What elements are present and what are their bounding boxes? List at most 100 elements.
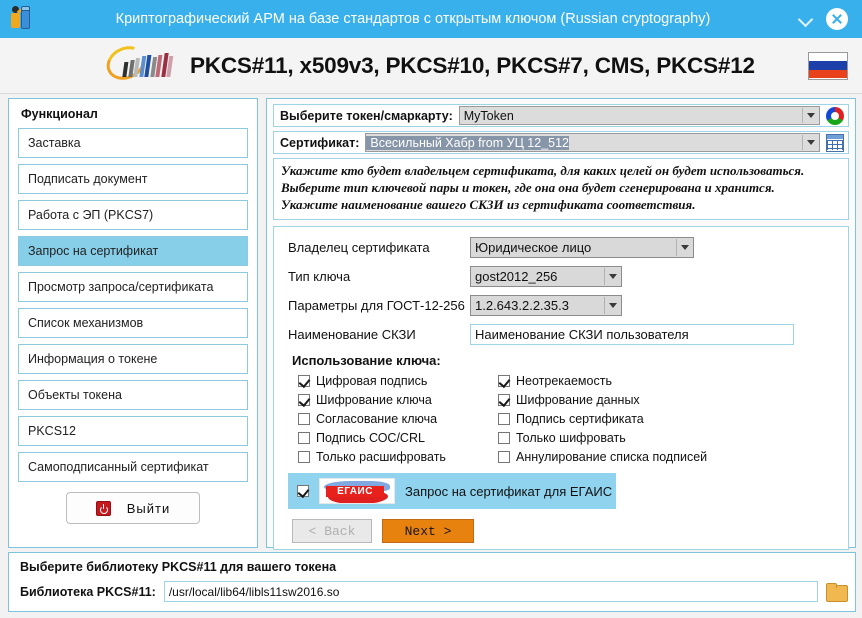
color-ring-icon[interactable] bbox=[824, 105, 846, 126]
checkbox-key-agreement[interactable]: Согласование ключа bbox=[298, 412, 498, 426]
skzi-name-input[interactable]: Наименование СКЗИ пользователя bbox=[470, 324, 794, 345]
chevron-down-icon bbox=[604, 297, 620, 314]
keytype-select[interactable]: gost2012_256 bbox=[470, 266, 622, 287]
checkbox-box bbox=[498, 432, 510, 444]
sidebar-item-pkcs7[interactable]: Работа с ЭП (PKCS7) bbox=[18, 200, 248, 230]
field-params-label: Параметры для ГОСТ-12-256 bbox=[288, 298, 465, 313]
sidebar-item-token-info[interactable]: Информация о токене bbox=[18, 344, 248, 374]
params-select[interactable]: 1.2.643.2.2.35.3 bbox=[470, 295, 622, 316]
checkbox-decipher-only[interactable]: Только расшифровать bbox=[298, 450, 498, 464]
app-header: PKCS#11, x509v3, PKCS#10, PKCS#7, CMS, P… bbox=[0, 38, 862, 94]
library-panel-title: Выберите библиотеку PKCS#11 для вашего т… bbox=[20, 560, 337, 574]
sidebar-item-mechanisms[interactable]: Список механизмов bbox=[18, 308, 248, 338]
exit-button-label: Выйти bbox=[126, 500, 171, 516]
egais-label: Запрос на сертификат для ЕГАИС bbox=[405, 483, 613, 499]
keytype-select-value: gost2012_256 bbox=[475, 269, 558, 284]
checkbox-revoke-list[interactable]: Аннулирование списка подписей bbox=[498, 450, 838, 464]
russian-flag-icon bbox=[808, 51, 848, 80]
exit-button[interactable]: Выйти bbox=[66, 492, 200, 524]
checkbox-label: Неотрекаемость bbox=[516, 374, 612, 388]
close-icon[interactable] bbox=[826, 8, 848, 30]
token-row: Выберите токен/смаркарту: MyToken bbox=[273, 104, 849, 127]
field-owner: Владелец сертификата Юридическое лицо bbox=[288, 237, 838, 258]
checkbox-label: Подпись СОС/CRL bbox=[316, 431, 425, 445]
checkbox-digital-signature[interactable]: Цифровая подпись bbox=[298, 374, 498, 388]
checkbox-crl-sign[interactable]: Подпись СОС/CRL bbox=[298, 431, 498, 445]
checkbox-box bbox=[298, 451, 310, 463]
sidebar-item-view-request[interactable]: Просмотр запроса/сертификата bbox=[18, 272, 248, 302]
checkbox-label: Только шифровать bbox=[516, 431, 626, 445]
sidebar-title: Функционал bbox=[21, 107, 98, 121]
checkbox-label: Согласование ключа bbox=[316, 412, 438, 426]
checkbox-encipher-only[interactable]: Только шифровать bbox=[498, 431, 838, 445]
key-usage-title: Использование ключа: bbox=[292, 353, 441, 368]
certificate-table-icon[interactable] bbox=[824, 132, 846, 153]
pkcs11-library-panel: Выберите библиотеку PKCS#11 для вашего т… bbox=[8, 552, 856, 612]
certificate-select[interactable]: Всесильный Хабр from УЦ 12_512 bbox=[365, 133, 820, 152]
checkbox-label: Цифровая подпись bbox=[316, 374, 428, 388]
page-title: PKCS#11, x509v3, PKCS#10, PKCS#7, CMS, P… bbox=[190, 52, 755, 78]
field-owner-label: Владелец сертификата bbox=[288, 240, 430, 255]
field-keytype: Тип ключа gost2012_256 bbox=[288, 266, 838, 287]
sidebar-item-sign-document[interactable]: Подписать документ bbox=[18, 164, 248, 194]
checkbox-non-repudiation[interactable]: Неотрекаемость bbox=[498, 374, 838, 388]
checkbox-label: Подпись сертификата bbox=[516, 412, 644, 426]
library-path-input[interactable]: /usr/local/lib64/libls11sw2016.so bbox=[163, 581, 818, 602]
wizard-navigation: < Back Next > bbox=[292, 519, 838, 543]
sidebar: Функционал Заставка Подписать документ Р… bbox=[8, 98, 258, 548]
egais-logo-text: ЕГАИС bbox=[337, 486, 373, 497]
egais-option-row[interactable]: ЕГАИС Запрос на сертификат для ЕГАИС bbox=[288, 473, 616, 509]
checkbox-data-encipherment[interactable]: Шифрование данных bbox=[498, 393, 838, 407]
sidebar-item-selfsigned[interactable]: Самоподписанный сертификат bbox=[18, 452, 248, 482]
instructions-block: Укажите кто будет владельцем сертификата… bbox=[273, 158, 849, 220]
field-keytype-label: Тип ключа bbox=[288, 269, 351, 284]
certificate-label: Сертификат: bbox=[280, 135, 360, 150]
checkbox-box bbox=[298, 375, 310, 387]
field-skzi-label: Наименование СКЗИ bbox=[288, 327, 416, 342]
checkbox-box bbox=[298, 394, 310, 406]
checkbox-box bbox=[298, 413, 310, 425]
app-logo-icon bbox=[101, 39, 176, 87]
application-window: Криптографический АРМ на базе стандартов… bbox=[0, 0, 862, 618]
checkbox-box bbox=[498, 451, 510, 463]
checkbox-key-encipherment[interactable]: Шифрование ключа bbox=[298, 393, 498, 407]
instruction-line-1: Укажите кто будет владельцем сертификата… bbox=[281, 163, 805, 178]
library-path-label: Библиотека PKCS#11: bbox=[20, 584, 156, 599]
library-path-row: Библиотека PKCS#11: /usr/local/lib64/lib… bbox=[20, 581, 848, 602]
sidebar-item-pkcs12[interactable]: PKCS12 bbox=[18, 416, 248, 446]
egais-logo-icon: ЕГАИС bbox=[319, 478, 395, 504]
back-button[interactable]: < Back bbox=[292, 519, 372, 543]
folder-icon[interactable] bbox=[826, 583, 848, 602]
checkbox-box bbox=[498, 375, 510, 387]
sidebar-item-splash[interactable]: Заставка bbox=[18, 128, 248, 158]
token-select[interactable]: MyToken bbox=[458, 106, 820, 125]
checkbox-box bbox=[298, 432, 310, 444]
title-bar: Криптографический АРМ на базе стандартов… bbox=[0, 0, 862, 38]
exit-button-wrap: Выйти bbox=[18, 492, 248, 524]
sidebar-item-cert-request[interactable]: Запрос на сертификат bbox=[18, 236, 248, 266]
checkbox-label: Аннулирование списка подписей bbox=[516, 450, 708, 464]
params-select-value: 1.2.643.2.2.35.3 bbox=[475, 298, 569, 313]
chevron-down-icon[interactable] bbox=[798, 11, 814, 27]
checkbox-box bbox=[498, 413, 510, 425]
owner-select[interactable]: Юридическое лицо bbox=[470, 237, 694, 258]
content-area: Функционал Заставка Подписать документ Р… bbox=[0, 94, 862, 550]
sidebar-item-token-objects[interactable]: Объекты токена bbox=[18, 380, 248, 410]
next-button[interactable]: Next > bbox=[382, 519, 474, 543]
chevron-down-icon bbox=[802, 135, 818, 150]
key-usage-checkbox-grid: Цифровая подпись Неотрекаемость Шифрован… bbox=[298, 374, 838, 464]
chevron-down-icon bbox=[802, 108, 818, 123]
instruction-line-2: Выберите тип ключевой пары и токен, где … bbox=[281, 180, 775, 195]
checkbox-label: Только расшифровать bbox=[316, 450, 446, 464]
owner-select-value: Юридическое лицо bbox=[475, 240, 592, 255]
checkbox-label: Шифрование данных bbox=[516, 393, 640, 407]
field-params: Параметры для ГОСТ-12-256 1.2.643.2.2.35… bbox=[288, 295, 838, 316]
chevron-down-icon bbox=[676, 239, 692, 256]
main-panel: Выберите токен/смаркарту: MyToken Сертиф… bbox=[266, 98, 856, 550]
checkbox-cert-sign[interactable]: Подпись сертификата bbox=[498, 412, 838, 426]
checkbox-box bbox=[498, 394, 510, 406]
skzi-name-value: Наименование СКЗИ пользователя bbox=[475, 327, 689, 342]
token-select-value: MyToken bbox=[463, 108, 514, 123]
egais-checkbox[interactable] bbox=[297, 485, 309, 497]
window-title: Криптографический АРМ на базе стандартов… bbox=[115, 11, 711, 27]
